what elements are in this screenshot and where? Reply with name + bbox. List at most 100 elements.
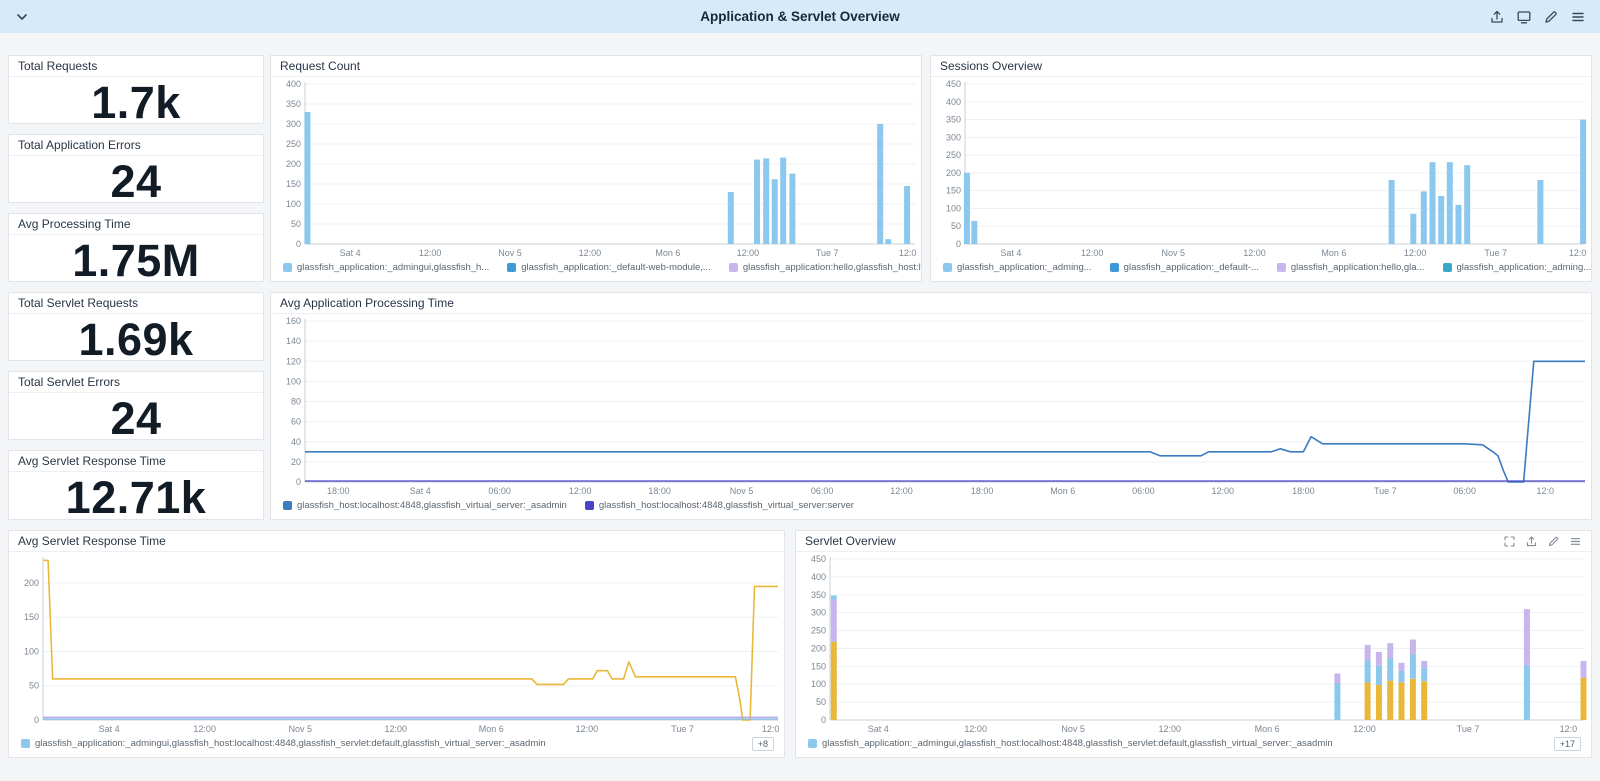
menu-icon[interactable] [1569,535,1582,548]
svg-text:12:0: 12:0 [1560,724,1578,734]
legend-item[interactable]: glassfish_application:hello,glassfish_ho… [728,262,921,273]
legend-more-badge[interactable]: +17 [1553,736,1581,751]
svg-text:40: 40 [291,437,301,447]
legend-swatch [808,739,817,748]
top-header-bar: Application & Servlet Overview [0,0,1600,33]
snapshot-icon[interactable] [1516,9,1532,25]
avg-application-processing-legend: glassfish_host:localhost:4848,glassfish_… [271,497,1591,519]
legend-label: glassfish_application:_admingui,glassfis… [35,738,546,749]
svg-text:12:00: 12:00 [576,724,599,734]
legend-swatch [1276,263,1286,272]
svg-text:Nov 5: Nov 5 [730,486,754,496]
svg-text:12:00: 12:00 [193,724,216,734]
legend-item[interactable]: glassfish_application:_admingui,glassfis… [808,738,1333,749]
avg-application-processing-chart[interactable]: 0 20 40 60 80 100 120 140 160 18:00 Sat 4 06:00 12:0… [271,314,1591,497]
svg-text:150: 150 [24,612,39,622]
svg-text:300: 300 [286,119,301,129]
share-icon[interactable] [1489,9,1505,25]
legend-swatch [943,263,952,272]
svg-text:350: 350 [811,590,826,600]
legend-label: glassfish_application:_adming... [1456,262,1592,273]
legend-item[interactable]: glassfish_host:localhost:4848,glassfish_… [584,500,854,511]
panel-servlet-overview: Servlet Overview 0 50 100 150 200 250 300 350 40… [795,530,1592,758]
legend-item[interactable]: glassfish_application:_default-web-modul… [507,262,711,273]
avg-servlet-response-chart[interactable]: 0 50 100 150 200 Sat 4 12:00 Nov 5 12:00 Mon 6 12:… [9,552,784,735]
legend-item[interactable]: glassfish_application:_adming... [943,262,1092,273]
panel-title: Avg Servlet Response Time [18,534,166,548]
svg-text:400: 400 [286,79,301,89]
chevron-down-icon[interactable] [14,9,30,25]
legend-item[interactable]: glassfish_host:localhost:4848,glassfish_… [283,500,567,511]
svg-text:12:0: 12:0 [899,248,917,258]
svg-text:100: 100 [811,679,826,689]
svg-text:Mon 6: Mon 6 [1321,248,1346,258]
panel-request-count: Request Count 0 50 100 150 200 250 300 350 400 Sa… [270,55,922,282]
panel-title: Avg Servlet Response Time [18,454,166,468]
svg-text:50: 50 [29,681,39,691]
panel-actions [1503,535,1582,548]
legend-item[interactable]: glassfish_application:_admingui,glassfis… [283,262,489,273]
svg-text:12:0: 12:0 [1537,486,1555,496]
svg-text:12:00: 12:00 [569,486,592,496]
svg-text:Tue 7: Tue 7 [671,724,694,734]
stat-value: 1.75M [72,235,200,286]
svg-text:Sat 4: Sat 4 [868,724,889,734]
svg-text:140: 140 [286,336,301,346]
legend-item[interactable]: glassfish_application:_adming... [1442,262,1592,273]
svg-text:06:00: 06:00 [1453,486,1476,496]
svg-text:Mon 6: Mon 6 [479,724,504,734]
svg-text:12:00: 12:00 [1081,248,1104,258]
svg-text:450: 450 [946,79,961,89]
servlet-overview-chart[interactable]: 0 50 100 150 200 250 300 350 400 450 Sat 4 12:00 Nov… [796,552,1591,735]
svg-text:200: 200 [811,643,826,653]
legend-label: glassfish_application:_adming... [957,262,1092,273]
panel-title: Avg Application Processing Time [280,296,454,310]
legend-item[interactable]: glassfish_application:_admingui,glassfis… [21,738,546,749]
svg-text:Tue 7: Tue 7 [1484,248,1507,258]
svg-text:12:00: 12:00 [1212,486,1235,496]
svg-text:50: 50 [816,697,826,707]
svg-text:Nov 5: Nov 5 [498,248,522,258]
svg-text:250: 250 [811,626,826,636]
svg-text:150: 150 [946,186,961,196]
menu-icon[interactable] [1570,9,1586,25]
share-icon[interactable] [1525,535,1538,548]
svg-text:Mon 6: Mon 6 [1050,486,1075,496]
svg-text:12:00: 12:00 [385,724,408,734]
svg-text:Tue 7: Tue 7 [1457,724,1480,734]
svg-text:12:00: 12:00 [419,248,442,258]
panel-title: Servlet Overview [805,534,896,548]
svg-text:12:0: 12:0 [762,724,780,734]
stat-panel-total-application-errors: Total Application Errors 24 [8,134,264,207]
expand-icon[interactable] [1503,535,1516,548]
svg-text:20: 20 [291,457,301,467]
legend-more-badge[interactable]: +8 [751,736,774,751]
sessions-overview-chart[interactable]: 0 50 100 150 200 250 300 350 400 450 Sat 4 12:00 Nov… [931,77,1591,259]
request-count-chart[interactable]: 0 50 100 150 200 250 300 350 400 Sat 4 12:00 Nov 5 1… [271,77,921,259]
svg-text:12:00: 12:00 [1243,248,1266,258]
svg-text:400: 400 [946,97,961,107]
panel-avg-servlet-response-time: Avg Servlet Response Time 0 50 100 150 200 Sa… [8,530,785,758]
dashboard: Application & Servlet Overview Total Req… [0,0,1600,781]
legend-swatch [283,263,292,272]
svg-text:160: 160 [286,316,301,326]
panel-title: Total Application Errors [18,138,141,152]
svg-text:Mon 6: Mon 6 [1255,724,1280,734]
legend-item[interactable]: glassfish_application:hello,gla... [1276,262,1425,273]
legend-item[interactable]: glassfish_application:_default-... [1109,262,1259,273]
legend-label: glassfish_application:hello,glassfish_ho… [742,262,921,273]
edit-icon[interactable] [1543,9,1559,25]
avg-servlet-response-legend: glassfish_application:_admingui,glassfis… [9,735,784,757]
panel-title: Total Requests [18,59,98,73]
svg-text:12:0: 12:0 [1569,248,1587,258]
edit-icon[interactable] [1547,535,1560,548]
panel-avg-application-processing-time: Avg Application Processing Time 0 20 40 60 8… [270,292,1592,520]
svg-text:250: 250 [286,139,301,149]
panel-sessions-overview: Sessions Overview 0 50 100 150 200 250 300 350 4… [930,55,1592,282]
header-actions [1489,9,1586,25]
svg-text:Sat 4: Sat 4 [99,724,120,734]
svg-text:200: 200 [24,578,39,588]
legend-swatch [1109,263,1119,272]
legend-swatch [283,501,292,510]
svg-text:Sat 4: Sat 4 [340,248,361,258]
